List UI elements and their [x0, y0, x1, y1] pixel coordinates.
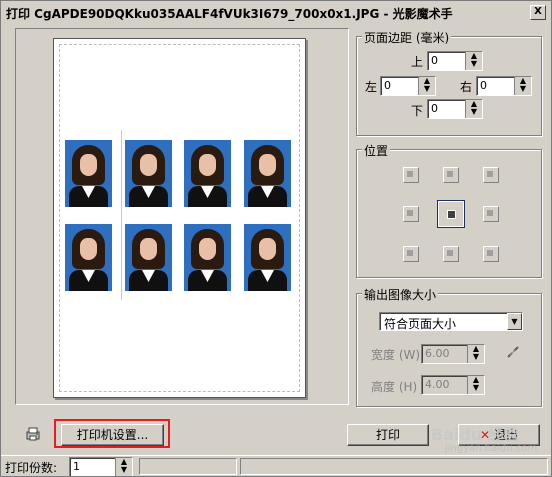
width-value: 6.00 — [425, 347, 450, 360]
margin-top-label: 上 — [411, 55, 424, 69]
preview-paper — [53, 38, 306, 398]
chevron-down-icon[interactable]: ▼ — [507, 313, 522, 330]
preview-photo — [184, 140, 231, 207]
status-cell — [139, 458, 237, 475]
margin-right-label: 右 — [460, 80, 473, 94]
position-middle-left[interactable] — [403, 206, 419, 222]
close-icon: X — [534, 6, 542, 17]
position-group-label: 位置 — [362, 142, 391, 159]
preview-photo — [125, 224, 172, 291]
spin-arrows-icon[interactable]: ▲ ▼ — [467, 376, 484, 394]
spin-arrows-icon[interactable]: ▲ ▼ — [465, 52, 482, 70]
height-spinner[interactable]: 4.00 ▲ ▼ — [421, 375, 485, 395]
margin-left-label: 左 — [365, 80, 378, 94]
watermark-url: jingyan.baidu.com — [445, 443, 538, 454]
position-top-center[interactable] — [443, 167, 459, 183]
close-button[interactable]: X — [530, 5, 546, 20]
position-bottom-left[interactable] — [403, 246, 419, 262]
preview-photo — [65, 140, 112, 207]
position-middle-right[interactable] — [483, 206, 499, 222]
spin-arrows-icon[interactable]: ▲ ▼ — [467, 345, 484, 363]
position-bottom-center[interactable] — [443, 246, 459, 262]
highlight-box — [54, 419, 170, 448]
margin-bottom-value: 0 — [431, 102, 438, 115]
copies-spinner[interactable]: 1 ▲ ▼ — [69, 457, 133, 476]
preview-photo — [184, 224, 231, 291]
height-label: 高度 (H) — [371, 380, 418, 394]
position-top-right[interactable] — [483, 167, 499, 183]
preview-photo — [65, 224, 112, 291]
spin-arrows-icon[interactable]: ▲ ▼ — [514, 77, 531, 95]
spin-arrows-icon[interactable]: ▲ ▼ — [418, 77, 435, 95]
watermark-brand: Baidu 经验 — [431, 425, 520, 444]
position-top-left[interactable] — [403, 167, 419, 183]
margin-left-spinner[interactable]: 0 ▲ ▼ — [380, 76, 436, 96]
spin-arrows-icon[interactable]: ▲ ▼ — [465, 100, 482, 118]
height-value: 4.00 — [425, 378, 450, 391]
position-center-selected[interactable] — [437, 200, 465, 228]
margin-left-value: 0 — [384, 79, 391, 92]
print-dialog: 打印 CgAPDE90DQKku035AALF4fVUk3I679_700x0x… — [0, 0, 552, 477]
width-label: 宽度 (W) — [371, 348, 421, 362]
preview-photo — [244, 140, 291, 207]
margin-top-spinner[interactable]: 0 ▲ ▼ — [427, 51, 483, 71]
preview-photo — [125, 140, 172, 207]
spin-arrows-icon[interactable]: ▲ ▼ — [115, 458, 132, 476]
preview-photo — [244, 224, 291, 291]
output-size-group-label: 输出图像大小 — [362, 286, 439, 303]
status-cell — [240, 458, 548, 475]
margin-right-value: 0 — [480, 79, 487, 92]
position-bottom-right[interactable] — [483, 246, 499, 262]
margin-bottom-spinner[interactable]: 0 ▲ ▼ — [427, 99, 483, 119]
print-button[interactable]: 打印 — [347, 424, 429, 446]
print-preview — [15, 28, 349, 405]
margin-top-value: 0 — [431, 54, 438, 67]
window-title: 打印 CgAPDE90DQKku035AALF4fVUk3I679_700x0x… — [6, 7, 453, 21]
printer-properties-icon[interactable] — [25, 426, 41, 442]
cut-line — [121, 130, 122, 300]
width-spinner[interactable]: 6.00 ▲ ▼ — [421, 344, 485, 364]
status-bar: 打印份数: 1 ▲ ▼ — [1, 455, 551, 476]
printable-area-outline — [59, 44, 300, 392]
margin-bottom-label: 下 — [411, 104, 424, 118]
title-bar: 打印 CgAPDE90DQKku035AALF4fVUk3I679_700x0x… — [1, 1, 551, 23]
copies-value: 1 — [73, 460, 80, 473]
link-chain-icon[interactable] — [506, 346, 520, 360]
output-size-mode-value: 符合页面大小 — [384, 317, 457, 331]
margins-group-label: 页面边距 (毫米) — [362, 29, 452, 46]
output-size-mode-select[interactable]: 符合页面大小 ▼ — [379, 312, 523, 331]
copies-label: 打印份数: — [5, 461, 58, 475]
margin-right-spinner[interactable]: 0 ▲ ▼ — [476, 76, 532, 96]
